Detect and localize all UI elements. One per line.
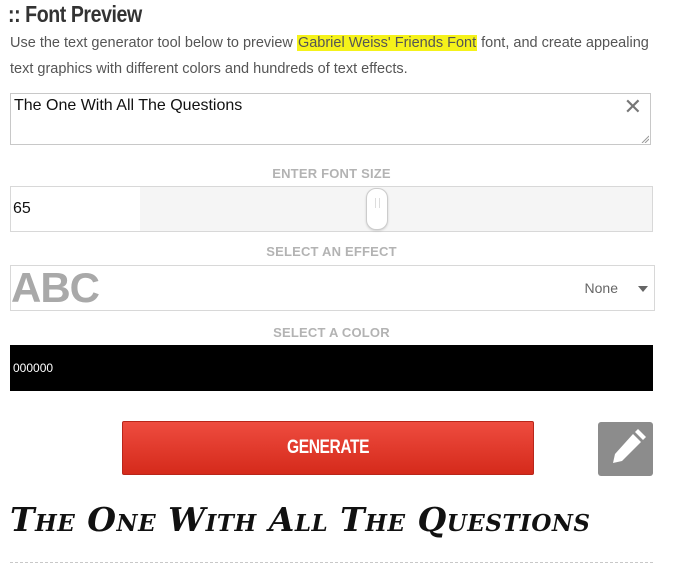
font-size-label: ENTER FONT SIZE — [272, 166, 391, 181]
generate-button-label: GENERATE — [286, 437, 370, 458]
font-size-input[interactable]: 65 — [11, 187, 142, 231]
divider — [10, 562, 653, 563]
generate-button[interactable]: GENERATE — [122, 421, 534, 475]
pencil-icon — [613, 429, 646, 463]
effect-selected-value[interactable]: None — [585, 266, 618, 310]
close-icon[interactable]: ✕ — [624, 94, 642, 120]
intro-text: Use the text generator tool below to pre… — [10, 30, 670, 82]
effect-label: SELECT AN EFFECT — [266, 244, 397, 259]
effect-select[interactable]: ABC None — [10, 265, 655, 311]
color-label: SELECT A COLOR — [273, 325, 390, 340]
page-title: :: Font Preview — [8, 1, 142, 27]
color-picker-input[interactable]: 000000 — [10, 345, 653, 391]
font-size-slider[interactable] — [140, 187, 652, 231]
chevron-down-icon[interactable] — [638, 286, 648, 292]
effect-sample: ABC — [11, 264, 100, 311]
edit-button[interactable] — [598, 422, 653, 476]
preview-text-value[interactable]: The One With All The Questions — [14, 97, 242, 115]
font-size-slider-handle[interactable] — [366, 188, 388, 230]
preview-text-input[interactable]: The One With All The Questions ✕ — [10, 93, 651, 145]
font-preview-render: The One With All The Questions — [10, 500, 591, 539]
font-size-control: 65 — [10, 186, 653, 232]
resize-grip-icon[interactable] — [641, 135, 649, 143]
font-name-highlight: Gabriel Weiss' Friends Font — [296, 35, 478, 51]
intro-before: Use the text generator tool below to pre… — [10, 35, 297, 51]
